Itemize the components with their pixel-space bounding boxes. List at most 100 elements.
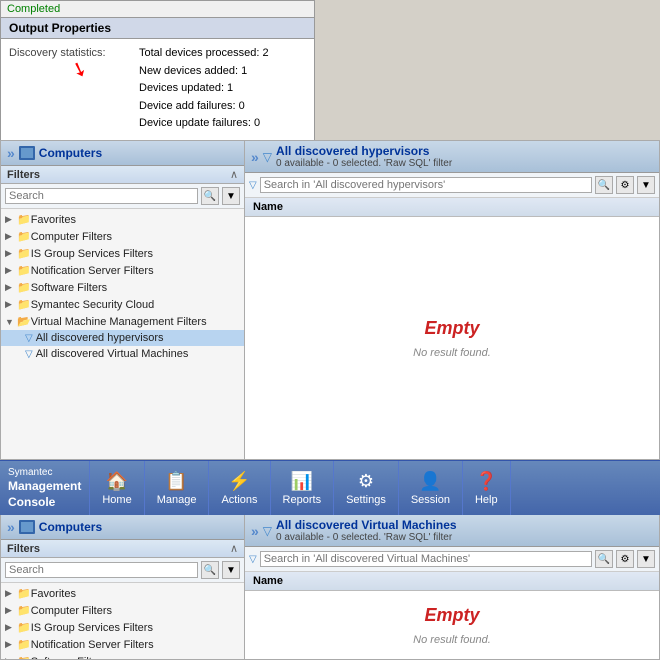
completed-dialog: Completed ➘ Output Properties Discovery …	[0, 0, 315, 144]
tree-item-notification[interactable]: ▶ 📁 Notification Server Filters	[1, 262, 244, 279]
tree-arrow: ▼	[5, 317, 17, 327]
bottom-search-input[interactable]	[5, 562, 198, 578]
stat-line-3: Device add failures: 0	[139, 98, 306, 116]
bottom-tree-notification[interactable]: ▶ 📁 Notification Server Filters	[1, 636, 244, 653]
tree-arrow: ▶	[5, 282, 17, 293]
item-label: Virtual Machine Management Filters	[31, 316, 207, 328]
bottom-right-options-btn[interactable]: ⚙	[616, 550, 634, 568]
tree-item-vm-filters[interactable]: ▼ 📂 Virtual Machine Management Filters	[1, 313, 244, 330]
stat-line-2: Devices updated: 1	[139, 80, 306, 98]
home-button[interactable]: 🏠 Home	[90, 461, 144, 515]
bottom-search-options[interactable]: ▼	[222, 561, 240, 579]
bottom-no-result: No result found.	[413, 634, 491, 646]
stat-line-1: New devices added: 1	[139, 63, 306, 81]
folder-icon: 📁	[17, 281, 31, 294]
right-nav-button[interactable]: ▼	[637, 176, 655, 194]
bottom-right-search-btn[interactable]: 🔍	[595, 550, 613, 568]
bottom-tree-computer-filters[interactable]: ▶ 📁 Computer Filters	[1, 602, 244, 619]
bottom-filters-bar: Filters ∧	[1, 540, 244, 558]
actions-icon: ⚡	[228, 471, 250, 492]
main-panels: » Computers Filters ∧ 🔍 ▼ ▶ 📁 Favorites …	[0, 140, 660, 460]
brand-management: Management	[8, 479, 81, 495]
filters-bar: Filters ∧	[1, 166, 244, 184]
tree-item-favorites[interactable]: ▶ 📁 Favorites	[1, 211, 244, 228]
bottom-left-panel: » Computers Filters ∧ 🔍 ▼ ▶ 📁 Favorites …	[0, 515, 245, 660]
search-button[interactable]: 🔍	[201, 187, 219, 205]
output-properties-body: Discovery statistics: Total devices proc…	[1, 39, 314, 143]
tree-item-is-group[interactable]: ▶ 📁 IS Group Services Filters	[1, 245, 244, 262]
search-options-button[interactable]: ▼	[222, 187, 240, 205]
bottom-right-filter-icon: ▽	[249, 554, 257, 565]
reports-label: Reports	[283, 494, 322, 506]
folder-icon: 📁	[17, 230, 31, 243]
help-button[interactable]: ❓ Help	[463, 461, 511, 515]
session-label: Session	[411, 494, 450, 506]
tree-arrow: ▶	[5, 622, 17, 633]
filter-icon: ▽	[25, 333, 33, 344]
item-label: All discovered hypervisors	[36, 332, 164, 344]
tree-arrow: ▶	[5, 248, 17, 259]
help-icon: ❓	[475, 471, 497, 492]
reports-icon: 📊	[291, 471, 313, 492]
folder-icon: 📁	[17, 213, 31, 226]
bottom-tree-is-group[interactable]: ▶ 📁 IS Group Services Filters	[1, 619, 244, 636]
stat-line-4: Device update failures: 0	[139, 115, 306, 133]
item-label: Software Filters	[31, 282, 107, 294]
tree-item-hypervisors[interactable]: ▽ All discovered hypervisors	[1, 330, 244, 346]
tree-arrow: ▶	[5, 214, 17, 225]
bottom-right-search-input[interactable]	[260, 551, 592, 567]
bottom-tree-software[interactable]: ▶ 📁 Software Filters	[1, 653, 244, 659]
tree-item-virtual-machines[interactable]: ▽ All discovered Virtual Machines	[1, 346, 244, 362]
right-search-button[interactable]: 🔍	[595, 176, 613, 194]
collapse-filters-btn[interactable]: ∧	[230, 168, 238, 181]
taskbar: Symantec Management Console 🏠 Home 📋 Man…	[0, 460, 660, 515]
computers-icon	[19, 146, 35, 160]
tree-item-symantec-cloud[interactable]: ▶ 📁 Symantec Security Cloud	[1, 296, 244, 313]
settings-label: Settings	[346, 494, 386, 506]
panel-expand-icon[interactable]: »	[7, 145, 15, 161]
bottom-right-nav-btn[interactable]: ▼	[637, 550, 655, 568]
bottom-panel-expand-icon[interactable]: »	[7, 519, 15, 535]
tree-item-computer-filters[interactable]: ▶ 📁 Computer Filters	[1, 228, 244, 245]
right-search-options[interactable]: ⚙	[616, 176, 634, 194]
item-label: IS Group Services Filters	[31, 248, 153, 260]
bottom-right-expand-icon[interactable]: »	[251, 523, 259, 539]
folder-icon: 📁	[17, 247, 31, 260]
bottom-right-search-bar: ▽ 🔍 ⚙ ▼	[245, 547, 659, 572]
folder-icon: 📁	[17, 655, 31, 659]
item-label: Symantec Security Cloud	[31, 299, 155, 311]
right-search-input[interactable]	[260, 177, 592, 193]
bottom-tree-view: ▶ 📁 Favorites ▶ 📁 Computer Filters ▶ 📁 I…	[1, 583, 244, 659]
bottom-search-button[interactable]: 🔍	[201, 561, 219, 579]
tree-arrow: ▶	[5, 639, 17, 650]
bottom-right-subtitle: 0 available - 0 selected. 'Raw SQL' filt…	[276, 532, 457, 543]
no-result-text: No result found.	[413, 347, 491, 359]
completed-status: Completed	[1, 1, 314, 17]
actions-button[interactable]: ⚡ Actions	[209, 461, 270, 515]
item-label: Favorites	[31, 214, 76, 226]
filters-label: Filters	[7, 169, 40, 181]
left-computers-panel: » Computers Filters ∧ 🔍 ▼ ▶ 📁 Favorites …	[0, 140, 245, 460]
bottom-empty-area: Empty No result found.	[245, 591, 659, 659]
manage-label: Manage	[157, 494, 197, 506]
item-label: IS Group Services Filters	[31, 622, 153, 634]
session-button[interactable]: 👤 Session	[399, 461, 463, 515]
bottom-collapse-btn[interactable]: ∧	[230, 542, 238, 555]
search-input[interactable]	[5, 188, 198, 204]
filter-icon: ▽	[25, 349, 33, 360]
tree-arrow: ▶	[5, 588, 17, 599]
item-label: All discovered Virtual Machines	[36, 348, 189, 360]
settings-button[interactable]: ⚙ Settings	[334, 461, 399, 515]
tree-item-software[interactable]: ▶ 📁 Software Filters	[1, 279, 244, 296]
tree-arrow: ▶	[5, 265, 17, 276]
item-label: Notification Server Filters	[31, 265, 154, 277]
item-label: Software Filters	[31, 656, 107, 660]
reports-button[interactable]: 📊 Reports	[271, 461, 335, 515]
left-panel-title: Computers	[39, 146, 102, 160]
item-label: Computer Filters	[31, 231, 112, 243]
bottom-tree-favorites[interactable]: ▶ 📁 Favorites	[1, 585, 244, 602]
folder-icon: 📁	[17, 264, 31, 277]
manage-button[interactable]: 📋 Manage	[145, 461, 210, 515]
bottom-left-title: Computers	[39, 520, 102, 534]
right-expand-icon[interactable]: »	[251, 149, 259, 165]
